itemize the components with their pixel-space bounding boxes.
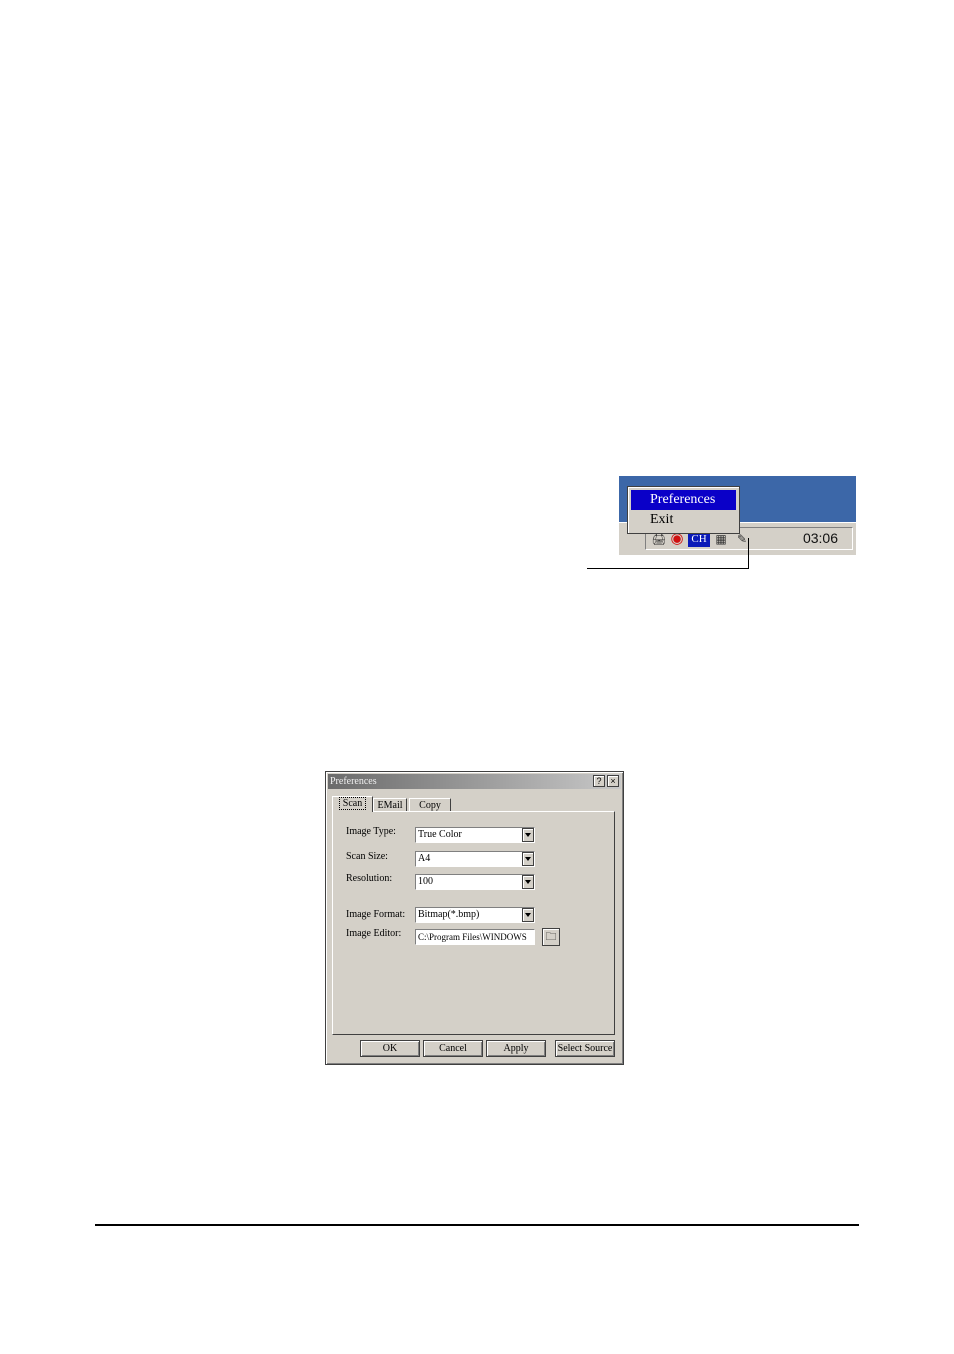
scan-size-value: A4 [418,853,431,864]
image-format-value: Bitmap(*.bmp) [418,909,480,920]
resolution-label: Resolution: [346,873,393,884]
scan-tab-panel: Image Type: True Color Scan Size: A4 Res… [332,811,615,1035]
callout-line-horizontal [587,568,749,569]
menu-item-exit[interactable]: Exit [631,510,736,530]
tab-scan[interactable]: Scan [332,796,373,812]
tab-scan-label: Scan [338,797,367,810]
image-type-value: True Color [418,829,462,840]
callout-line-vertical [748,538,749,569]
image-editor-input[interactable]: C:\Program Files\WINDOWS [415,929,535,945]
image-format-label: Image Format: [346,909,406,920]
chevron-down-icon[interactable] [522,828,534,842]
dialog-title: Preferences [330,776,377,787]
browse-folder-icon[interactable]: 🗀 [542,928,560,946]
select-source-button[interactable]: Select Source [555,1040,615,1057]
resolution-value: 100 [418,876,433,887]
chevron-down-icon[interactable] [522,908,534,922]
resolution-select[interactable]: 100 [415,874,535,890]
footer-divider [95,1224,859,1226]
chevron-down-icon[interactable] [522,852,534,866]
image-type-select[interactable]: True Color [415,827,535,843]
tab-email[interactable]: EMail [373,798,407,812]
chevron-down-icon[interactable] [522,875,534,889]
clock[interactable]: 03:06 [803,530,838,546]
ok-button[interactable]: OK [360,1040,420,1057]
tray-context-menu: Preferences Exit [627,486,740,534]
image-format-select[interactable]: Bitmap(*.bmp) [415,907,535,923]
scan-size-select[interactable]: A4 [415,851,535,867]
close-button[interactable]: × [607,775,619,787]
image-editor-label: Image Editor: [346,928,402,939]
dialog-titlebar[interactable]: Preferences ? × [328,774,621,789]
help-button[interactable]: ? [593,775,605,787]
apply-button[interactable]: Apply [486,1040,546,1057]
cancel-button[interactable]: Cancel [423,1040,483,1057]
menu-item-preferences[interactable]: Preferences [631,490,736,510]
scan-size-label: Scan Size: [346,851,388,862]
preferences-dialog: Preferences ? × Scan EMail Copy Image Ty… [325,771,624,1065]
taskbar-snippet: 🖨 ◉ CH ▦ ✎ 03:06 Preferences Exit [619,476,856,555]
image-type-label: Image Type: [346,826,396,837]
tab-copy[interactable]: Copy [409,798,451,812]
